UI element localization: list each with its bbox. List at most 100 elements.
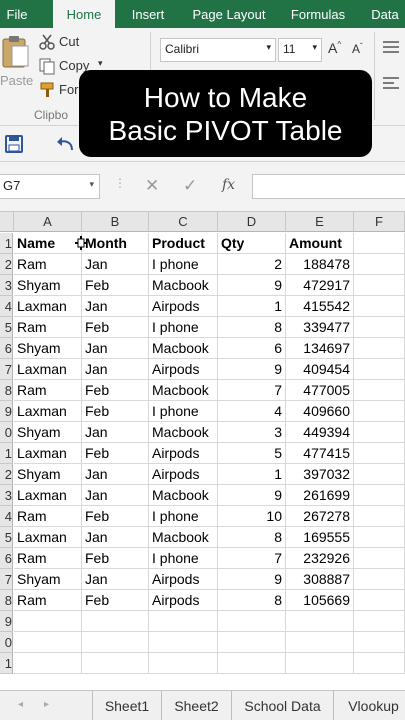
- scroll-left-icon[interactable]: ◂: [18, 699, 23, 710]
- cell[interactable]: [354, 275, 405, 296]
- cell[interactable]: [149, 653, 218, 674]
- cell[interactable]: 8: [218, 317, 286, 338]
- cell[interactable]: 267278: [286, 506, 354, 527]
- cell[interactable]: [354, 485, 405, 506]
- cell[interactable]: [286, 653, 354, 674]
- cell[interactable]: [354, 464, 405, 485]
- cell[interactable]: [354, 254, 405, 275]
- cell[interactable]: 1: [218, 296, 286, 317]
- header-cell[interactable]: Qty: [218, 233, 286, 254]
- header-cell[interactable]: Name: [14, 233, 82, 254]
- row-header[interactable]: 3: [0, 275, 13, 296]
- cell[interactable]: [354, 401, 405, 422]
- cell[interactable]: Macbook: [149, 485, 218, 506]
- row-header[interactable]: 0: [0, 422, 13, 443]
- cell[interactable]: 472917: [286, 275, 354, 296]
- cell[interactable]: [354, 548, 405, 569]
- cell[interactable]: [354, 233, 405, 254]
- row-header[interactable]: 7: [0, 569, 13, 590]
- cell[interactable]: 8: [218, 590, 286, 611]
- align-left-icon[interactable]: [382, 76, 400, 90]
- undo-icon[interactable]: [56, 135, 76, 153]
- cell[interactable]: [354, 338, 405, 359]
- cell[interactable]: I phone: [149, 317, 218, 338]
- cell[interactable]: Ram: [14, 254, 82, 275]
- column-header-d[interactable]: D: [218, 212, 286, 232]
- sheet-tab-vlookup[interactable]: Vlookup: [334, 691, 405, 720]
- row-header[interactable]: 8: [0, 380, 13, 401]
- cell[interactable]: 8: [218, 527, 286, 548]
- cancel-icon[interactable]: ✕: [145, 176, 159, 196]
- cell[interactable]: 10: [218, 506, 286, 527]
- cell[interactable]: [354, 611, 405, 632]
- cell[interactable]: Airpods: [149, 296, 218, 317]
- align-top-icon[interactable]: [382, 40, 400, 54]
- cell[interactable]: [354, 443, 405, 464]
- enter-check-icon[interactable]: ✓: [183, 176, 197, 196]
- cell[interactable]: [149, 611, 218, 632]
- header-cell[interactable]: Product: [149, 233, 218, 254]
- cell[interactable]: 409454: [286, 359, 354, 380]
- cell[interactable]: [354, 359, 405, 380]
- cell[interactable]: Feb: [82, 317, 149, 338]
- cell[interactable]: Macbook: [149, 380, 218, 401]
- cell[interactable]: Jan: [82, 485, 149, 506]
- insert-function-icon[interactable]: fx: [222, 177, 235, 193]
- cell[interactable]: [82, 611, 149, 632]
- row-header[interactable]: 1: [0, 443, 13, 464]
- cell[interactable]: Feb: [82, 380, 149, 401]
- cell[interactable]: Feb: [82, 506, 149, 527]
- cell[interactable]: [354, 317, 405, 338]
- cell[interactable]: 6: [218, 338, 286, 359]
- cell[interactable]: Laxman: [14, 401, 82, 422]
- cell[interactable]: I phone: [149, 401, 218, 422]
- row-header[interactable]: 4: [0, 506, 13, 527]
- cell[interactable]: 188478: [286, 254, 354, 275]
- cell[interactable]: [354, 527, 405, 548]
- column-header-e[interactable]: E: [286, 212, 354, 232]
- cell[interactable]: Ram: [14, 548, 82, 569]
- cell[interactable]: [149, 632, 218, 653]
- cell[interactable]: 232926: [286, 548, 354, 569]
- cell[interactable]: 7: [218, 548, 286, 569]
- row-header[interactable]: 1: [0, 653, 13, 674]
- tab-formulas[interactable]: Formulas: [283, 0, 353, 28]
- cell[interactable]: [286, 611, 354, 632]
- cell[interactable]: [218, 632, 286, 653]
- header-cell[interactable]: Amount: [286, 233, 354, 254]
- cell[interactable]: [354, 422, 405, 443]
- font-size-select[interactable]: 11 ▾: [278, 38, 322, 62]
- paste-button[interactable]: Paste: [0, 32, 33, 96]
- cell[interactable]: [354, 569, 405, 590]
- shrink-font-button[interactable]: Aˇ: [352, 42, 363, 56]
- cell[interactable]: Jan: [82, 464, 149, 485]
- formula-input[interactable]: [252, 174, 405, 199]
- cell[interactable]: 134697: [286, 338, 354, 359]
- cut-button[interactable]: Cut: [38, 32, 98, 52]
- cell[interactable]: [14, 632, 82, 653]
- cell[interactable]: [286, 632, 354, 653]
- tab-file[interactable]: File: [0, 0, 34, 28]
- cell[interactable]: [354, 632, 405, 653]
- cell[interactable]: 409660: [286, 401, 354, 422]
- cell[interactable]: Feb: [82, 275, 149, 296]
- tab-home[interactable]: Home: [53, 0, 115, 28]
- cell[interactable]: 9: [218, 275, 286, 296]
- cell[interactable]: 5: [218, 443, 286, 464]
- row-header[interactable]: 5: [0, 317, 13, 338]
- row-header[interactable]: 3: [0, 485, 13, 506]
- cell[interactable]: Shyam: [14, 422, 82, 443]
- cell[interactable]: 1: [218, 464, 286, 485]
- cell[interactable]: [82, 632, 149, 653]
- row-header[interactable]: 7: [0, 359, 13, 380]
- cell[interactable]: [354, 590, 405, 611]
- cell[interactable]: 477415: [286, 443, 354, 464]
- row-header[interactable]: 2: [0, 464, 13, 485]
- cell[interactable]: Ram: [14, 317, 82, 338]
- cell[interactable]: [218, 611, 286, 632]
- cell[interactable]: Airpods: [149, 569, 218, 590]
- cell[interactable]: I phone: [149, 506, 218, 527]
- column-header-f[interactable]: F: [354, 212, 405, 232]
- cell[interactable]: Ram: [14, 590, 82, 611]
- cell[interactable]: Ram: [14, 380, 82, 401]
